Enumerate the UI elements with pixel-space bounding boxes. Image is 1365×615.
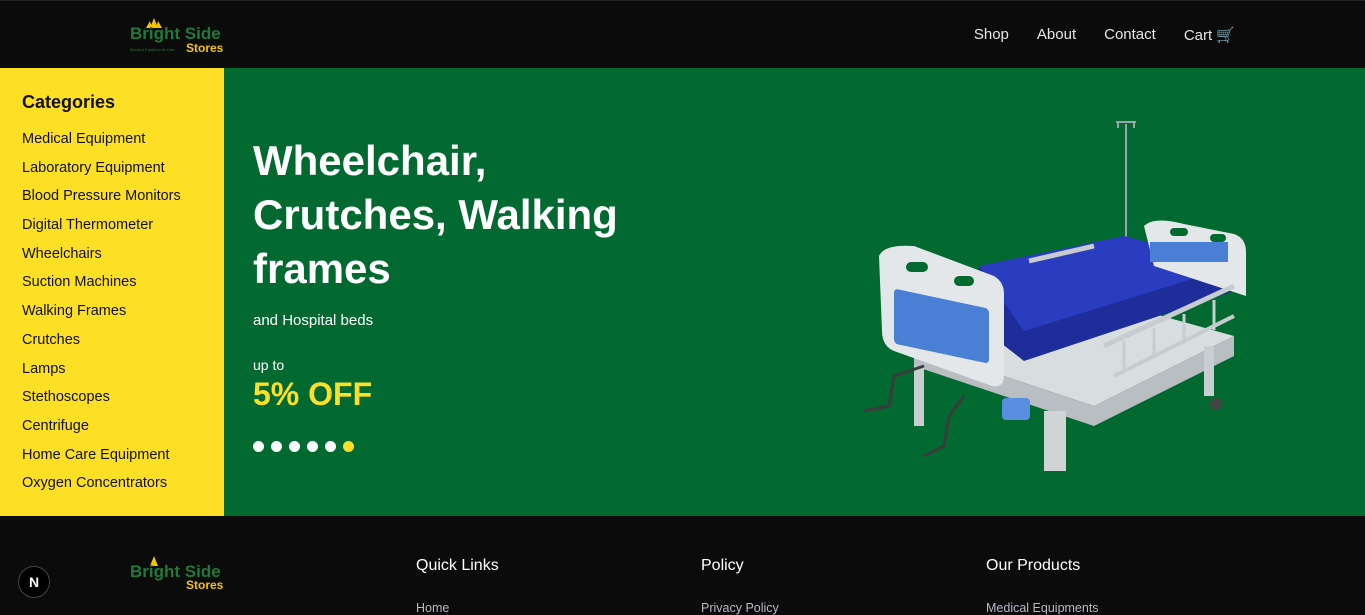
carousel-dots — [253, 441, 354, 452]
nav-contact[interactable]: Contact — [1104, 26, 1156, 44]
category-item[interactable]: Wheelchairs — [22, 246, 224, 275]
carousel-dot[interactable] — [325, 441, 336, 452]
nav-shop[interactable]: Shop — [974, 26, 1009, 44]
footer-logo[interactable]: Bright Side Stores — [130, 552, 225, 592]
site-header: Bright Side Stores Medical Equipments Hu… — [0, 0, 1365, 68]
category-item[interactable]: Centrifuge — [22, 418, 224, 447]
hero-title: Wheelchair, Crutches, Walking frames — [253, 137, 618, 292]
category-item[interactable]: Oxygen Concentrators — [22, 475, 224, 504]
footer-products: Our Products Medical Equipments — [986, 557, 1099, 615]
category-item[interactable]: Digital Thermometer — [22, 217, 224, 246]
category-item[interactable]: Medical Equipment — [22, 131, 224, 160]
footer-products-title: Our Products — [986, 557, 1081, 574]
brand-tagline: Medical Equipments Hub — [130, 47, 175, 52]
categories-title: Categories — [22, 92, 116, 112]
footer-link-home[interactable]: Home — [416, 601, 499, 615]
category-item[interactable]: Walking Frames — [22, 303, 224, 332]
category-item[interactable]: Blood Pressure Monitors — [22, 188, 224, 217]
carousel-dot[interactable] — [289, 441, 300, 452]
site-footer: Bright Side Stores Quick Links Home Poli… — [0, 516, 1365, 615]
category-item[interactable]: Home Care Equipment — [22, 447, 224, 476]
hero-subtitle: and Hospital beds — [253, 312, 374, 329]
category-item[interactable]: Suction Machines — [22, 274, 224, 303]
hospital-bed-image — [863, 121, 1246, 471]
nav-about[interactable]: About — [1037, 26, 1076, 44]
hero-discount: 5% OFF — [253, 376, 373, 412]
main-nav: Shop About Contact Cart 🛒 — [974, 26, 1235, 44]
categories-sidebar: Categories Medical Equipment Laboratory … — [0, 68, 224, 516]
brand-logo[interactable]: Bright Side Stores Medical Equipments Hu… — [130, 14, 225, 56]
footer-quick-links: Quick Links Home — [416, 557, 499, 615]
hero-banner: Wheelchair, Crutches, Walking frames and… — [224, 68, 1365, 516]
categories-list: Medical Equipment Laboratory Equipment B… — [22, 131, 224, 504]
footer-policy-title: Policy — [701, 557, 744, 574]
category-item[interactable]: Lamps — [22, 361, 224, 390]
carousel-dot[interactable] — [343, 441, 354, 452]
brand-line2: Stores — [186, 41, 224, 55]
dev-tools-button[interactable]: N — [18, 566, 50, 598]
hero-upto: up to — [253, 357, 285, 373]
footer-link-medical-equipments[interactable]: Medical Equipments — [986, 601, 1099, 615]
carousel-dot[interactable] — [253, 441, 264, 452]
footer-link-privacy[interactable]: Privacy Policy — [701, 601, 779, 615]
category-item[interactable]: Laboratory Equipment — [22, 160, 224, 189]
category-item[interactable]: Crutches — [22, 332, 224, 361]
footer-policy: Policy Privacy Policy — [701, 557, 779, 615]
carousel-dot[interactable] — [271, 441, 282, 452]
nav-cart[interactable]: Cart 🛒 — [1184, 26, 1235, 44]
footer-brand-line2: Stores — [186, 578, 224, 592]
footer-quick-links-title: Quick Links — [416, 557, 499, 574]
category-item[interactable]: Stethoscopes — [22, 389, 224, 418]
carousel-dot[interactable] — [307, 441, 318, 452]
